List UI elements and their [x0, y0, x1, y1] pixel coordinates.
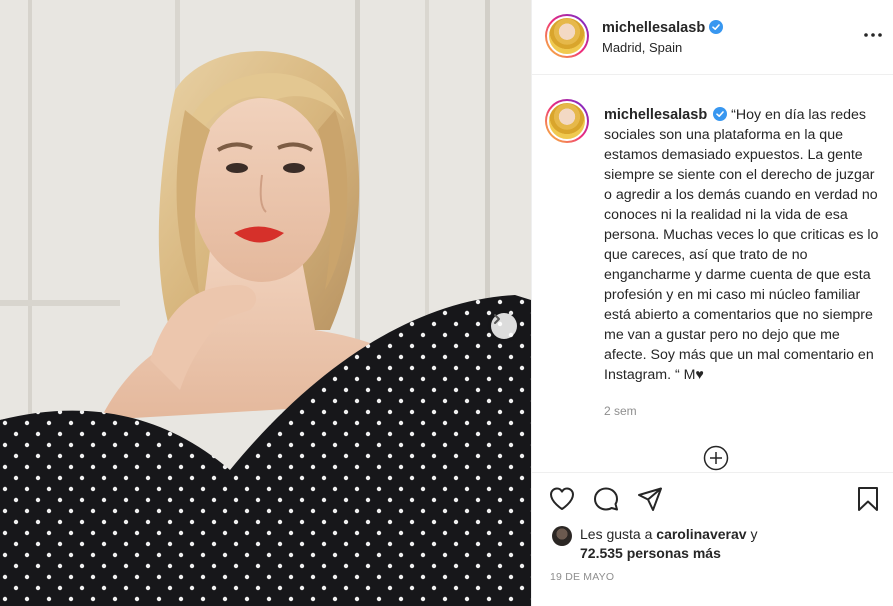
save-button[interactable]: [854, 485, 882, 513]
chevron-right-icon: [494, 314, 500, 324]
comment-button[interactable]: [592, 485, 620, 513]
avatar[interactable]: [545, 14, 589, 58]
header-user-line: michellesalasb: [602, 19, 724, 37]
liker-username-link[interactable]: carolinaverav: [656, 526, 746, 542]
load-more-comments-button[interactable]: [703, 445, 729, 471]
bookmark-icon: [858, 487, 878, 511]
caption-avatar[interactable]: [545, 99, 589, 143]
share-button[interactable]: [636, 485, 664, 513]
likes-count-line: 72.535 personas más: [580, 544, 721, 563]
post-header: michellesalasb Madrid, Spain: [532, 0, 893, 75]
heart-icon: [550, 487, 574, 510]
post-sidebar: michellesalasb Madrid, Spain michellesal…: [531, 0, 893, 606]
actions-section: Les gusta a carolinaverav y 72.535 perso…: [532, 472, 893, 606]
caption-username-link[interactable]: michellesalasb: [604, 107, 707, 123]
caption-time: 2 sem: [604, 404, 637, 418]
caption-section: michellesalasb “Hoy en día las redes soc…: [532, 75, 893, 472]
carousel-next-button[interactable]: [491, 313, 517, 339]
post-photo: [0, 0, 531, 606]
verified-badge-icon: [709, 20, 724, 34]
likes-conjunction: y: [750, 526, 758, 542]
verified-badge-icon: [713, 107, 728, 121]
likes-count-link[interactable]: 72.535 personas más: [580, 545, 721, 561]
likes-line: Les gusta a carolinaverav y: [580, 525, 757, 544]
post-image: [0, 0, 531, 606]
plus-circle-icon: [703, 445, 729, 471]
post-date[interactable]: 19 DE MAYO: [550, 571, 614, 583]
caption-body: “Hoy en día las redes sociales son una p…: [604, 107, 879, 383]
more-options-icon: [864, 33, 882, 37]
caption-text: michellesalasb “Hoy en día las redes soc…: [604, 105, 879, 385]
more-options-button[interactable]: [862, 24, 884, 46]
likes-prefix: Les gusta a: [580, 526, 653, 542]
paper-plane-icon: [638, 487, 662, 511]
comment-icon: [594, 487, 618, 511]
liker-avatar[interactable]: [552, 526, 572, 546]
username-link[interactable]: michellesalasb: [602, 20, 705, 36]
location-link[interactable]: Madrid, Spain: [602, 40, 682, 55]
like-button[interactable]: [548, 485, 576, 513]
